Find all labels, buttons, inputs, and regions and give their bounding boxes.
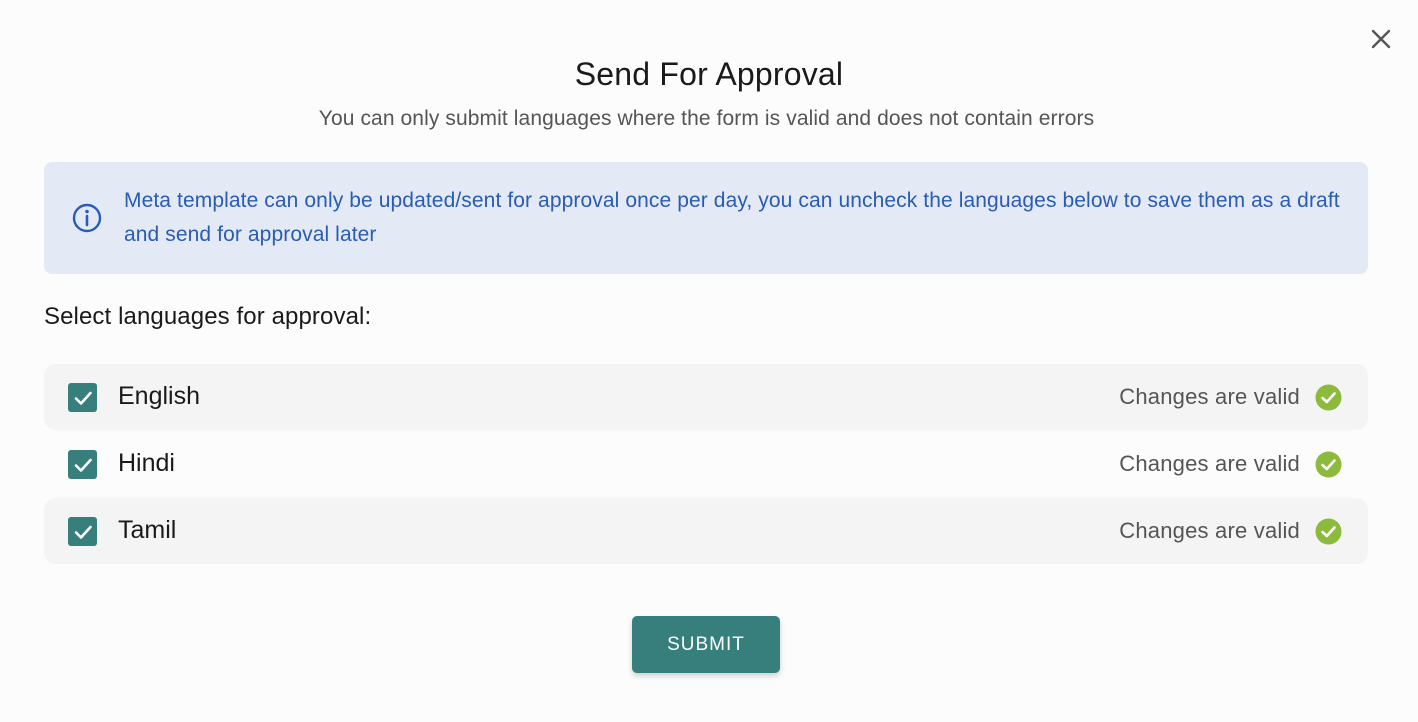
language-name: Tamil [118,516,177,544]
hindi-checkbox[interactable] [68,450,97,479]
info-banner: Meta template can only be updated/sent f… [44,162,1368,274]
info-icon [72,203,102,233]
languages-section-label: Select languages for approval: [44,303,372,330]
tamil-checkbox[interactable] [68,517,97,546]
validation-status: Changes are valid [1119,451,1300,476]
checkmark-icon [74,391,92,405]
checkmark-icon [74,525,92,539]
info-banner-text: Meta template can only be updated/sent f… [124,189,1340,246]
check-circle-icon [1315,518,1342,545]
language-name: Hindi [118,449,175,477]
language-row-english: English Changes are valid [44,364,1368,430]
validation-status: Changes are valid [1119,518,1300,543]
dialog-title: Send For Approval [574,56,844,92]
submit-button[interactable]: SUBMIT [632,616,780,673]
english-checkbox[interactable] [68,383,97,412]
send-for-approval-dialog: Send For Approval You can only submit la… [0,0,1418,722]
dialog-subtitle: You can only submit languages where the … [318,107,1095,130]
language-row-hindi: Hindi Changes are valid [44,431,1368,497]
close-icon [1371,29,1391,49]
checkmark-icon [74,458,92,472]
validation-status: Changes are valid [1119,384,1300,409]
language-name: English [118,382,200,410]
check-circle-icon [1315,451,1342,478]
language-list: English Changes are valid Hindi Changes … [44,364,1368,565]
close-button[interactable] [1366,24,1396,54]
language-row-tamil: Tamil Changes are valid [44,498,1368,564]
check-circle-icon [1315,384,1342,411]
